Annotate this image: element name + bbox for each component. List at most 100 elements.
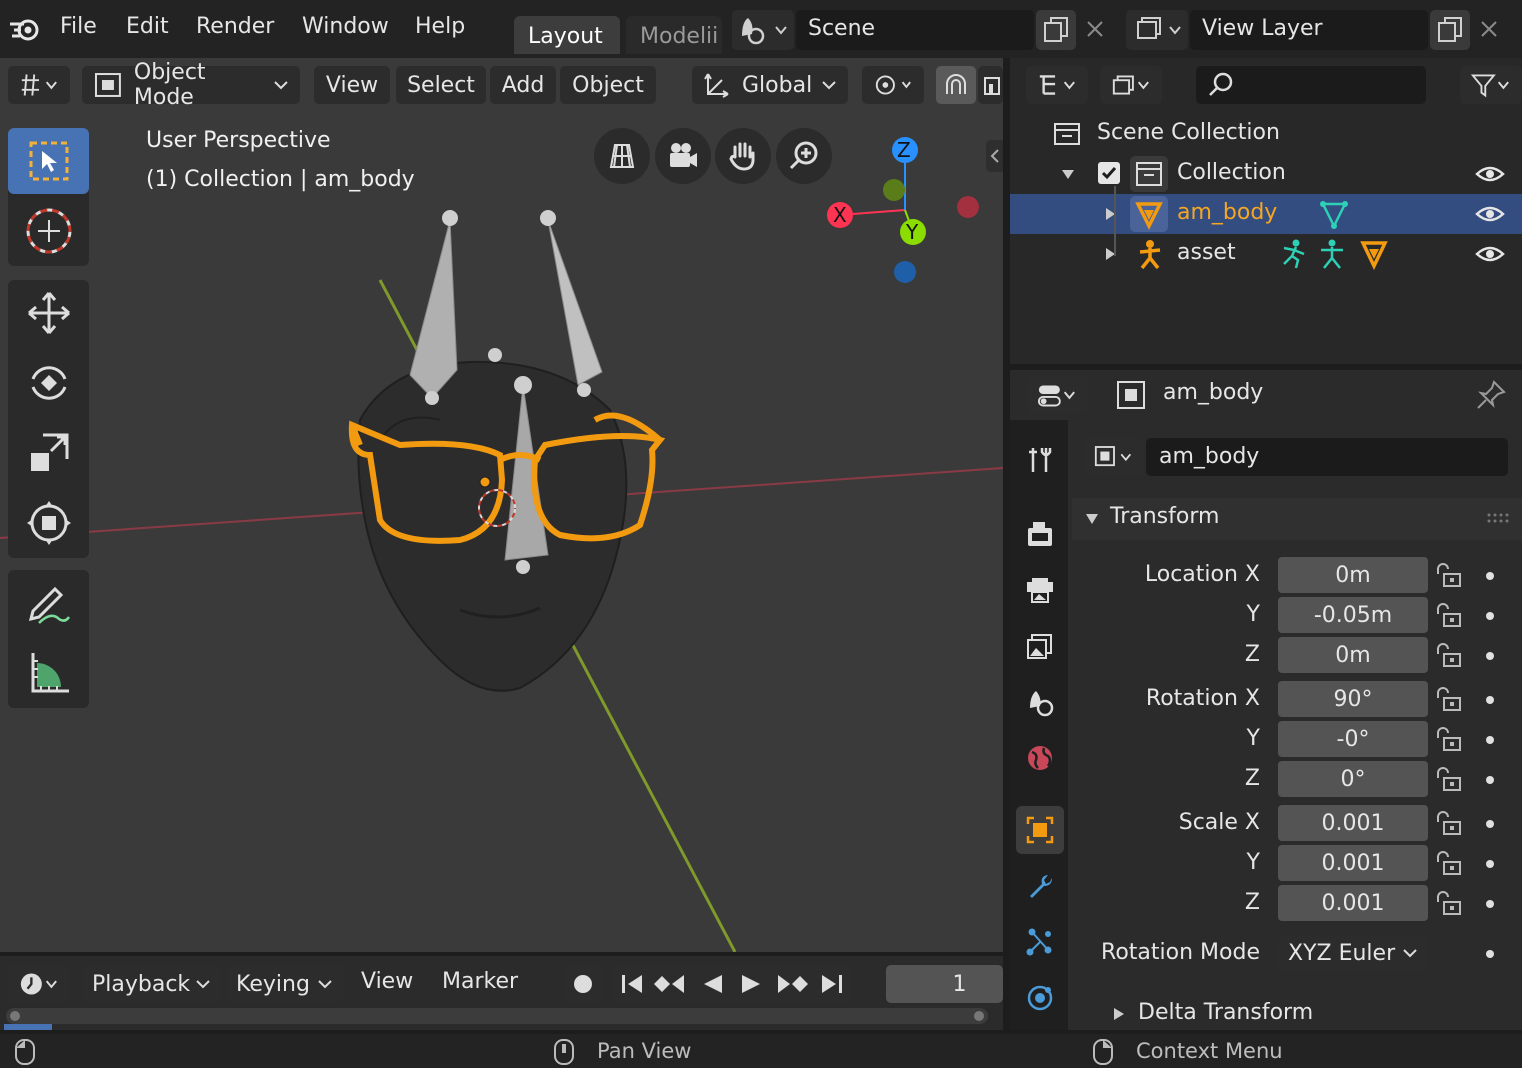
current-frame-field[interactable]: 1: [886, 965, 1003, 1003]
collection-checkbox[interactable]: [1098, 162, 1120, 184]
snap-target-selector[interactable]: [978, 66, 1003, 104]
keyframe-dot[interactable]: [1486, 860, 1494, 868]
menu-view[interactable]: View: [314, 66, 390, 104]
keyframe-dot[interactable]: [1486, 736, 1494, 744]
keyframe-dot[interactable]: [1486, 820, 1494, 828]
outliner-row-collection[interactable]: Collection: [1010, 154, 1522, 194]
outliner-row-am-body[interactable]: am_body: [1010, 194, 1522, 234]
new-view-layer-button[interactable]: [1430, 10, 1470, 50]
play-icon[interactable]: [742, 975, 760, 993]
outliner-search-input[interactable]: [1196, 66, 1426, 104]
play-reverse-icon[interactable]: [704, 975, 722, 993]
unlock-icon[interactable]: [1434, 808, 1464, 838]
annotate-tool[interactable]: [8, 570, 89, 636]
unlock-icon[interactable]: [1434, 848, 1464, 878]
view-layer-field[interactable]: View Layer: [1190, 10, 1428, 50]
outliner-editor-type-selector[interactable]: [1026, 66, 1088, 104]
editor-type-selector[interactable]: [8, 66, 70, 104]
tab-modeling[interactable]: Modelii: [626, 16, 722, 54]
mesh-data-icon[interactable]: [1318, 198, 1350, 230]
record-button[interactable]: [564, 965, 602, 1003]
menu-keying[interactable]: Keying: [226, 965, 344, 1003]
rotation-y-field[interactable]: -0°: [1278, 721, 1428, 757]
unlock-icon[interactable]: [1434, 640, 1464, 670]
eye-icon[interactable]: [1475, 164, 1505, 184]
menu-edit[interactable]: Edit: [126, 14, 169, 39]
cursor-tool[interactable]: [8, 198, 89, 264]
keyframe-dot[interactable]: [1486, 612, 1494, 620]
menu-render[interactable]: Render: [196, 14, 274, 39]
prev-keyframe-icon[interactable]: [654, 975, 684, 993]
unlock-icon[interactable]: [1434, 600, 1464, 630]
unlock-icon[interactable]: [1434, 724, 1464, 754]
unlock-icon[interactable]: [1434, 684, 1464, 714]
timeline-editor-type-selector[interactable]: [8, 965, 70, 1003]
menu-select[interactable]: Select: [396, 66, 486, 104]
delta-transform-panel-header[interactable]: Delta Transform: [1072, 996, 1522, 1030]
location-x-field[interactable]: 0m: [1278, 557, 1428, 593]
pivot-point-selector[interactable]: [862, 66, 924, 104]
pan-view-button[interactable]: [715, 128, 771, 184]
close-scene-icon[interactable]: [1080, 14, 1110, 44]
blender-logo-icon[interactable]: [8, 14, 42, 44]
next-keyframe-icon[interactable]: [778, 975, 808, 993]
rotate-tool[interactable]: [8, 350, 89, 416]
view-layer-selector[interactable]: [1126, 10, 1188, 50]
camera-view-button[interactable]: [655, 128, 711, 184]
tab-layout[interactable]: Layout: [514, 16, 620, 54]
location-z-field[interactable]: 0m: [1278, 637, 1428, 673]
sidebar-toggle[interactable]: [986, 140, 1003, 172]
rotation-mode-dropdown[interactable]: XYZ Euler: [1278, 935, 1428, 971]
keyframe-dot[interactable]: [1486, 776, 1494, 784]
select-box-tool[interactable]: [8, 128, 89, 194]
scale-y-field[interactable]: 0.001: [1278, 845, 1428, 881]
armature-data-icon[interactable]: [1316, 238, 1348, 270]
timeline-scrollbar[interactable]: [6, 1008, 988, 1024]
3d-viewport[interactable]: User Perspective (1) Collection | am_bod…: [0, 58, 1003, 952]
jump-end-icon[interactable]: [822, 975, 842, 993]
outliner-row-asset[interactable]: asset: [1010, 234, 1522, 274]
scale-z-field[interactable]: 0.001: [1278, 885, 1428, 921]
menu-object[interactable]: Object: [560, 66, 656, 104]
scroll-handle-right[interactable]: [974, 1011, 984, 1021]
move-tool[interactable]: [8, 280, 89, 346]
child-mesh-icon[interactable]: [1358, 238, 1390, 270]
transform-orientation-selector[interactable]: Global: [692, 66, 848, 104]
scroll-handle-left[interactable]: [10, 1011, 20, 1021]
transform-tool[interactable]: [8, 490, 89, 556]
unlock-icon[interactable]: [1434, 560, 1464, 590]
new-scene-button[interactable]: [1036, 10, 1076, 50]
filter-button[interactable]: [1460, 66, 1522, 104]
scene-name-field[interactable]: Scene: [796, 10, 1034, 50]
menu-add[interactable]: Add: [490, 66, 556, 104]
menu-playback[interactable]: Playback: [82, 965, 222, 1003]
pose-icon[interactable]: [1278, 238, 1310, 270]
mode-selector[interactable]: Object Mode: [82, 60, 300, 110]
eye-icon[interactable]: [1475, 204, 1505, 224]
unlock-icon[interactable]: [1434, 764, 1464, 794]
scale-tool[interactable]: [8, 420, 89, 486]
keyframe-dot[interactable]: [1486, 572, 1494, 580]
measure-tool[interactable]: [8, 640, 89, 706]
toggle-grid-button[interactable]: [594, 128, 650, 184]
outliner-row-scene-collection[interactable]: Scene Collection: [1010, 114, 1522, 154]
display-mode-selector[interactable]: [1100, 66, 1162, 104]
keyframe-dot[interactable]: [1486, 950, 1494, 958]
timeline-menu-view[interactable]: View: [361, 969, 413, 994]
location-y-field[interactable]: -0.05m: [1278, 597, 1428, 633]
jump-start-icon[interactable]: [622, 975, 642, 993]
keyframe-dot[interactable]: [1486, 696, 1494, 704]
close-view-layer-icon[interactable]: [1474, 14, 1504, 44]
unlock-icon[interactable]: [1434, 888, 1464, 918]
scene-selector[interactable]: [732, 10, 794, 50]
scale-x-field[interactable]: 0.001: [1278, 805, 1428, 841]
rotation-x-field[interactable]: 90°: [1278, 681, 1428, 717]
menu-window[interactable]: Window: [302, 14, 389, 39]
keyframe-dot[interactable]: [1486, 900, 1494, 908]
keyframe-dot[interactable]: [1486, 652, 1494, 660]
menu-file[interactable]: File: [60, 14, 97, 39]
menu-help[interactable]: Help: [415, 14, 465, 39]
snap-toggle[interactable]: [936, 66, 976, 104]
expand-arrow-icon[interactable]: [1060, 166, 1076, 182]
rotation-z-field[interactable]: 0°: [1278, 761, 1428, 797]
